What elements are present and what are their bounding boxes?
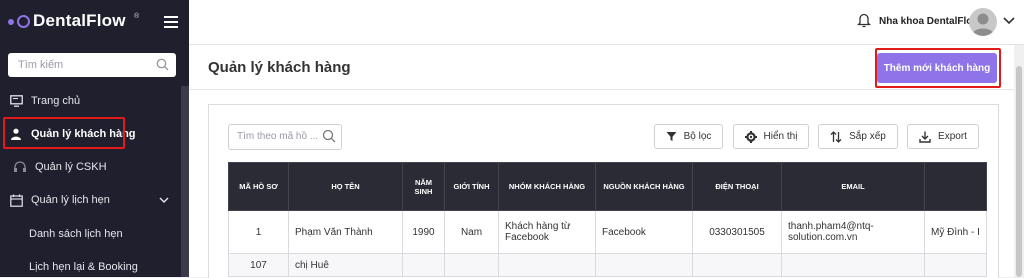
sidebar-item-label: Quản lý CSKH (35, 161, 107, 173)
cell-email (781, 253, 925, 277)
table-search-input[interactable] (229, 125, 323, 147)
sidebar-item-label: Quản lý lịch hẹn (31, 194, 110, 206)
display-label: Hiển thị (763, 131, 798, 142)
cell-record-id: 1 (228, 210, 289, 254)
column-header[interactable]: NĂM SINH (402, 162, 445, 211)
sort-icon (830, 130, 842, 143)
page-title: Quản lý khách hàng (208, 59, 351, 76)
brand-name: DentalFlow (33, 11, 126, 30)
calendar-icon (9, 193, 23, 207)
customer-table: MÃ HỒ SƠ HỌ TÊN NĂM SINH GIỚI TÍNH NHÓM … (228, 162, 987, 277)
cell-customer-group (498, 253, 596, 277)
download-icon (919, 131, 931, 143)
cell-customer-name[interactable]: chị Huê (288, 253, 403, 277)
cell-address: Mỹ Đình - I (924, 210, 987, 254)
monitor-icon (9, 94, 23, 108)
column-header[interactable]: EMAIL (781, 162, 925, 211)
divider (189, 89, 1014, 90)
column-header[interactable]: HỌ TÊN (288, 162, 403, 211)
cell-customer-group: Khách hàng từ Facebook (498, 210, 596, 254)
filter-icon (666, 131, 677, 142)
brand-registered-mark: ® (134, 13, 140, 20)
cell-email: thanh.pham4@ntq-solution.com.vn (781, 210, 925, 254)
headset-icon (13, 160, 27, 174)
sidebar-search (8, 53, 176, 77)
cell-birth-year (402, 253, 445, 277)
column-header[interactable] (924, 162, 987, 211)
table-search (228, 124, 342, 150)
export-button[interactable]: Export (907, 124, 979, 149)
cell-customer-source (595, 253, 693, 277)
topbar: Nha khoa DentalFlow (189, 0, 1024, 45)
avatar[interactable] (969, 8, 997, 36)
column-header[interactable]: MÃ HỒ SƠ (228, 162, 289, 211)
highlight-box (3, 117, 125, 149)
sidebar-scrollbar[interactable] (181, 86, 189, 277)
cell-phone (692, 253, 782, 277)
table-row[interactable]: 1 Phạm Văn Thành 1990 Nam Khách hàng từ … (228, 210, 987, 254)
sidebar-subitem-rebooking[interactable]: Lịch hẹn lại & Booking (29, 261, 138, 273)
column-header[interactable]: NHÓM KHÁCH HÀNG (498, 162, 596, 211)
sort-label: Sắp xếp (849, 131, 886, 142)
page-scrollbar-thumb[interactable] (1016, 66, 1022, 277)
cell-phone: 0330301505 (692, 210, 782, 254)
column-header[interactable]: GIỚI TÍNH (444, 162, 499, 211)
cell-gender (444, 253, 499, 277)
logo-dot-icon (8, 19, 14, 25)
cell-customer-source: Facebook (595, 210, 693, 254)
cell-birth-year: 1990 (402, 210, 445, 254)
column-header[interactable]: ĐIỆN THOẠI (692, 162, 782, 211)
export-label: Export (938, 131, 967, 142)
sidebar-item-customer-care[interactable]: Quản lý CSKH (0, 154, 189, 180)
sort-button[interactable]: Sắp xếp (818, 124, 898, 149)
bell-icon[interactable] (857, 12, 871, 28)
logo-ring-icon (17, 15, 30, 28)
cell-gender: Nam (444, 210, 499, 254)
sidebar-item-label: Trang chủ (31, 95, 81, 107)
search-icon[interactable] (156, 58, 169, 71)
display-button[interactable]: Hiển thị (733, 124, 809, 149)
cell-customer-name[interactable]: Phạm Văn Thành (288, 210, 403, 254)
sidebar-search-input[interactable] (8, 53, 158, 77)
highlight-box (875, 48, 1001, 88)
cell-record-id: 107 (228, 253, 289, 277)
sidebar-item-home[interactable]: Trang chủ (0, 88, 189, 114)
filter-label: Bộ lọc (683, 131, 712, 142)
table-header-row: MÃ HỒ SƠ HỌ TÊN NĂM SINH GIỚI TÍNH NHÓM … (228, 162, 987, 211)
sidebar-subitem-appointment-list[interactable]: Danh sách lịch hẹn (29, 228, 123, 240)
gear-icon (744, 130, 757, 143)
sidebar: DentalFlow ® Trang chủ Quản lý khách hàn… (0, 0, 189, 277)
search-icon[interactable] (322, 129, 336, 143)
chevron-down-icon[interactable] (159, 197, 169, 204)
menu-icon[interactable] (164, 16, 178, 28)
table-row[interactable]: 107 chị Huê (228, 253, 987, 277)
chevron-down-icon[interactable] (1003, 17, 1015, 25)
filter-button[interactable]: Bộ lọc (654, 124, 723, 149)
logo[interactable]: DentalFlow ® (0, 0, 189, 44)
clinic-name[interactable]: Nha khoa DentalFlow (879, 16, 980, 27)
cell-address (924, 253, 987, 277)
column-header[interactable]: NGUỒN KHÁCH HÀNG (595, 162, 693, 211)
